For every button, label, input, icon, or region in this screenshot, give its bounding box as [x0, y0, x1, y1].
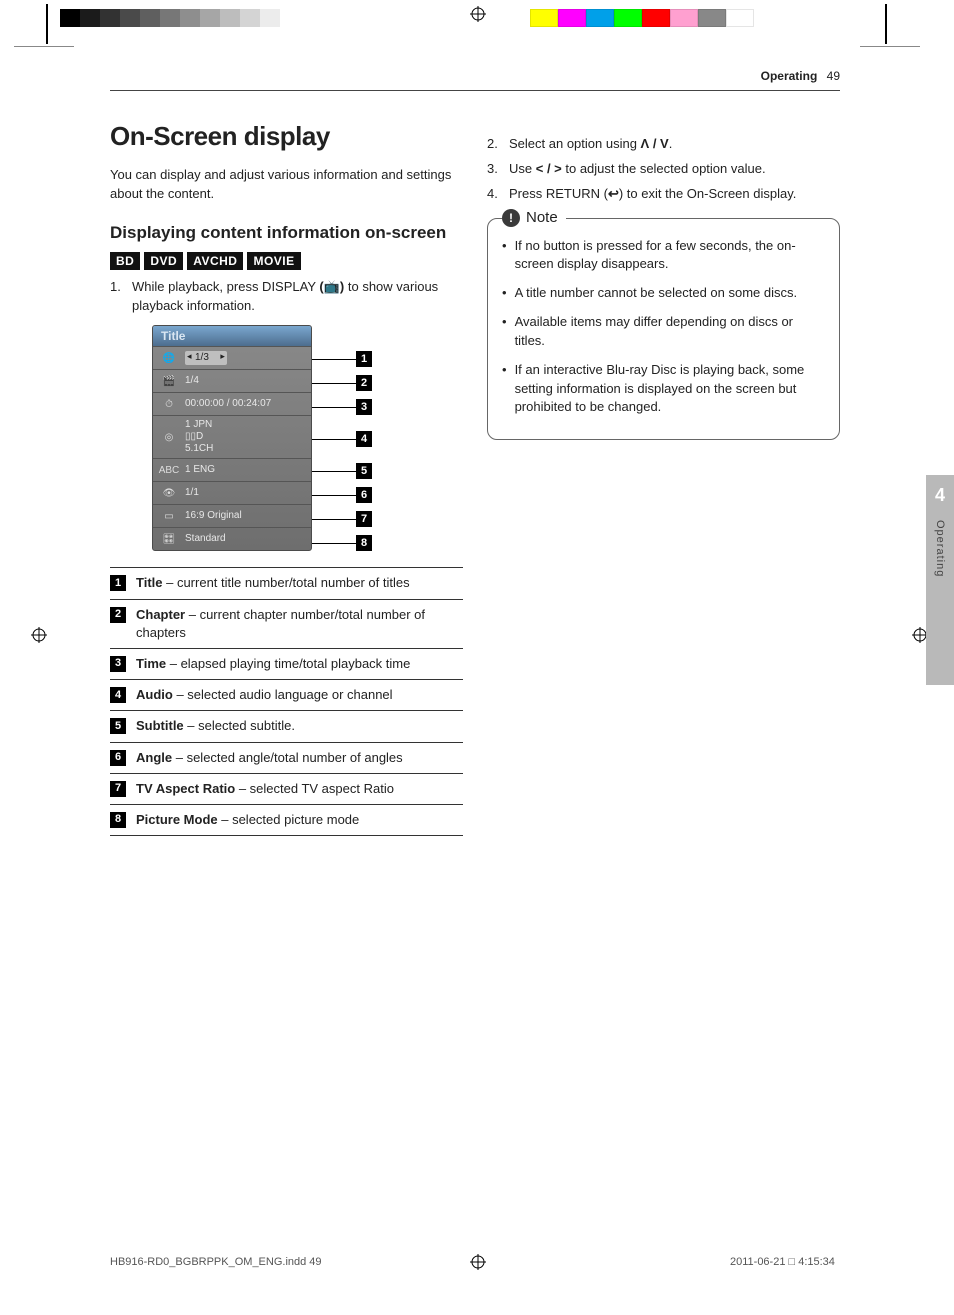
format-badge: MOVIE: [247, 252, 300, 270]
registration-mark-left: [31, 627, 47, 646]
legend-item: 8 Picture Mode – selected picture mode: [110, 804, 463, 836]
legend-item: 6 Angle – selected angle/total number of …: [110, 742, 463, 773]
osd-row-value: 1/4: [185, 375, 199, 387]
legend-number: 5: [110, 718, 126, 734]
legend-number: 8: [110, 812, 126, 828]
osd-row-icon: 👁: [159, 485, 179, 501]
callout: 6: [312, 487, 372, 503]
registration-mark-top: [470, 6, 486, 25]
callout: 5: [312, 463, 372, 479]
format-badges: BDDVDAVCHDMOVIE: [110, 252, 463, 270]
legend-number: 7: [110, 781, 126, 797]
note-item: If no button is pressed for a few second…: [502, 237, 825, 275]
legend-text: Title – current title number/total numbe…: [136, 574, 410, 592]
osd-row: ⏱ 00:00:00 / 00:24:07: [153, 392, 311, 415]
legend-item: 3 Time – elapsed playing time/total playb…: [110, 648, 463, 679]
osd-row-icon: 🌐: [159, 350, 179, 366]
osd-row-value: 1/1: [185, 487, 199, 499]
osd-row: 🌐 1/3: [153, 346, 311, 369]
osd-row: ◎ 1 JPN ▯▯D 5.1CH: [153, 415, 311, 458]
format-badge: DVD: [144, 252, 183, 270]
osd-row-icon: ⏱: [159, 396, 179, 412]
legend-text: Subtitle – selected subtitle.: [136, 717, 295, 735]
osd-row-icon: ◎: [159, 429, 179, 445]
legend-number: 6: [110, 750, 126, 766]
osd-row: 🎛 Standard: [153, 527, 311, 550]
osd-row-icon: ▭: [159, 508, 179, 524]
note-item: A title number cannot be selected on som…: [502, 284, 825, 303]
legend-number: 2: [110, 607, 126, 623]
footer-timestamp: 2011-06-21 □ 4:15:34: [730, 1256, 835, 1268]
legend-text: TV Aspect Ratio – selected TV aspect Rat…: [136, 780, 394, 798]
legend-number: 3: [110, 656, 126, 672]
left-column: On-Screen display You can display and ad…: [110, 97, 463, 836]
note-list: If no button is pressed for a few second…: [502, 237, 825, 418]
osd-row: ▭ 16:9 Original: [153, 504, 311, 527]
crop-line: [860, 46, 920, 47]
right-column: 2.Select an option using Λ / V. 3.Use < /…: [487, 97, 840, 836]
osd-title-bar: Title: [153, 326, 311, 346]
section-tab: 4 Operating: [926, 475, 954, 685]
osd-row-value: 00:00:00 / 00:24:07: [185, 398, 271, 410]
note-label-text: Note: [526, 209, 558, 226]
note-item: Available items may differ depending on …: [502, 313, 825, 351]
instruction-list-right: 2.Select an option using Λ / V. 3.Use < /…: [487, 135, 840, 204]
osd-row-value: 1 JPN ▯▯D 5.1CH: [185, 419, 213, 455]
callout: 7: [312, 511, 372, 527]
intro-paragraph: You can display and adjust various infor…: [110, 166, 463, 204]
legend-item: 7 TV Aspect Ratio – selected TV aspect Ra…: [110, 773, 463, 804]
callout: 8: [312, 535, 372, 551]
legend-text: Audio – selected audio language or chann…: [136, 686, 393, 704]
osd-row-icon: ABC: [159, 462, 179, 478]
osd-row-value: 16:9 Original: [185, 510, 242, 522]
legend-item: 5 Subtitle – selected subtitle.: [110, 710, 463, 741]
osd-row-value: 1/3: [185, 351, 227, 365]
running-header: Operating 49: [761, 69, 840, 83]
instruction-list-left: 1.While playback, press DISPLAY (📺) to s…: [110, 278, 463, 316]
osd-screenshot: Title 🌐 1/3 🎬 1/4 ⏱ 00:00:00 / 00:24:07 ◎ 1 JPN…: [152, 325, 412, 551]
osd-row: 🎬 1/4: [153, 369, 311, 392]
format-badge: AVCHD: [187, 252, 243, 270]
legend-text: Angle – selected angle/total number of a…: [136, 749, 403, 767]
legend-number: 1: [110, 575, 126, 591]
instruction-step: 3.Use < / > to adjust the selected optio…: [487, 160, 840, 179]
legend-text: Picture Mode – selected picture mode: [136, 811, 359, 829]
footer-filename: HB916-RD0_BGBRPPK_OM_ENG.indd 49: [110, 1256, 322, 1268]
osd-row-value: 1 ENG: [185, 464, 215, 476]
registration-mark-bottom: [470, 1254, 486, 1273]
callout: 3: [312, 399, 372, 415]
callout: 4: [312, 431, 372, 447]
callout: 1: [312, 351, 372, 367]
callout: 2: [312, 375, 372, 391]
header-rule: Operating 49: [110, 90, 840, 91]
header-page: 49: [827, 69, 840, 83]
osd-row-value: Standard: [185, 533, 226, 545]
legend-item: 1 Title – current title number/total numb…: [110, 567, 463, 598]
legend-text: Time – elapsed playing time/total playba…: [136, 655, 410, 673]
instruction-step: 4.Press RETURN (↩) to exit the On-Screen…: [487, 185, 840, 204]
format-badge: BD: [110, 252, 140, 270]
header-section: Operating: [761, 69, 818, 83]
legend-item: 4 Audio – selected audio language or chan…: [110, 679, 463, 710]
crop-line: [14, 46, 74, 47]
section-tab-number: 4: [935, 485, 945, 506]
osd-row: ABC 1 ENG: [153, 458, 311, 481]
info-icon: !: [502, 209, 520, 227]
section-heading: Displaying content information on-screen: [110, 222, 463, 244]
legend-item: 2 Chapter – current chapter number/total …: [110, 599, 463, 648]
note-item: If an interactive Blu-ray Disc is playin…: [502, 361, 825, 418]
legend-text: Chapter – current chapter number/total n…: [136, 606, 463, 642]
osd-row-icon: 🎛: [159, 531, 179, 547]
page-title: On-Screen display: [110, 121, 463, 152]
legend-number: 4: [110, 687, 126, 703]
note-box: ! Note If no button is pressed for a few…: [487, 218, 840, 441]
instruction-step: 1.While playback, press DISPLAY (📺) to s…: [110, 278, 463, 316]
osd-row: 👁 1/1: [153, 481, 311, 504]
note-label: ! Note: [502, 209, 566, 227]
legend-list: 1 Title – current title number/total numb…: [110, 567, 463, 836]
section-tab-label: Operating: [934, 520, 946, 577]
osd-row-icon: 🎬: [159, 373, 179, 389]
instruction-step: 2.Select an option using Λ / V.: [487, 135, 840, 154]
